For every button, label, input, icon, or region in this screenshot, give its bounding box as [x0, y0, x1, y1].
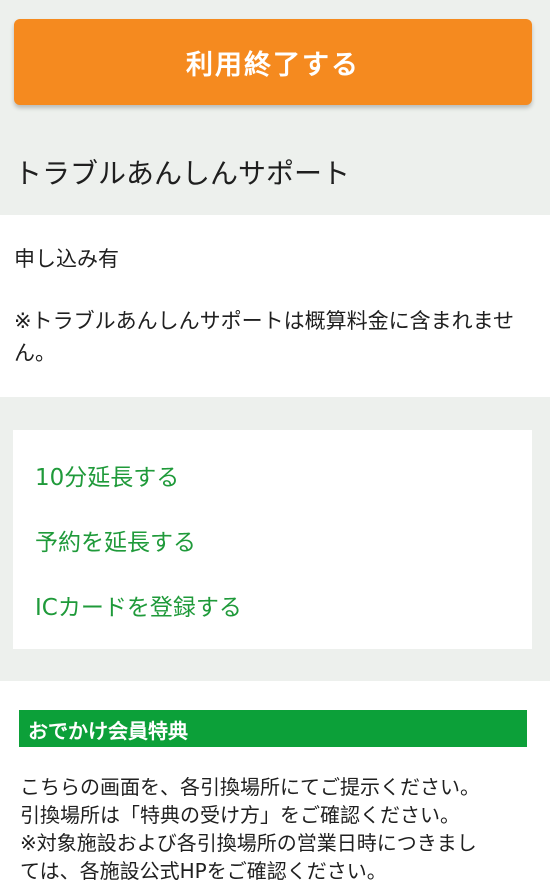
member-benefits-header: おでかけ会員特典	[19, 710, 527, 747]
actions-card: 10分延長する 予約を延長する ICカードを登録する	[13, 430, 532, 649]
member-benefits-panel: おでかけ会員特典 こちらの画面を、各引換場所にてご提示ください。 引換場所は「特…	[0, 681, 550, 888]
member-benefits-line: ては、各施設公式HPをご確認ください。	[20, 859, 387, 883]
extend-10-min-link[interactable]: 10分延長する	[35, 458, 179, 492]
support-note-text: ※トラブルあんしんサポートは概算料金に含まれません。	[14, 309, 514, 365]
member-benefits-line: こちらの画面を、各引換場所にてご提示ください。	[20, 775, 480, 799]
trouble-support-panel: 申し込み有 ※トラブルあんしんサポートは概算料金に含まれません。	[0, 215, 550, 397]
trouble-support-heading: トラブルあんしんサポート	[14, 157, 351, 190]
register-ic-card-link[interactable]: ICカードを登録する	[35, 588, 242, 622]
member-benefits-line: ※対象施設および各引換場所の営業日時につきまし	[20, 831, 477, 855]
member-benefits-line: 引換場所は「特典の受け方」をご確認ください。	[20, 803, 460, 827]
support-status-text: 申し込み有	[14, 247, 119, 271]
member-benefits-title: おでかけ会員特典	[28, 719, 188, 743]
end-usage-button[interactable]: 利用終了する	[14, 19, 532, 105]
extend-reservation-link[interactable]: 予約を延長する	[35, 523, 196, 557]
member-benefits-text: こちらの画面を、各引換場所にてご提示ください。 引換場所は「特典の受け方」をご確…	[20, 773, 532, 885]
